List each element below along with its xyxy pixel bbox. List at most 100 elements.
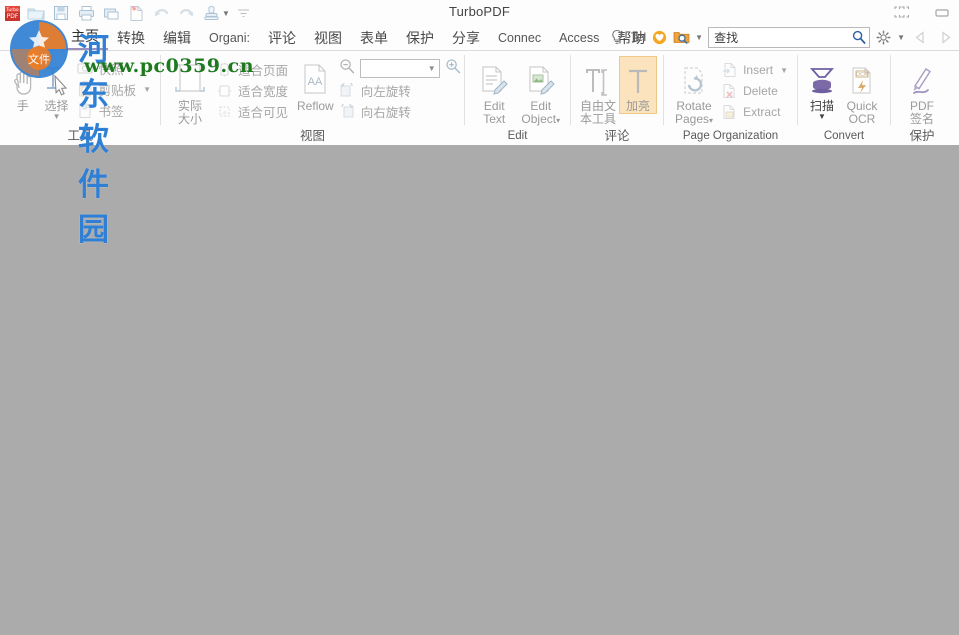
clipboard-caret-icon[interactable]: ▼: [143, 85, 151, 94]
reflow-button[interactable]: AA Reflow: [297, 56, 334, 113]
minimize-icon[interactable]: [929, 2, 955, 24]
new-document-icon[interactable]: [125, 2, 147, 24]
printer-icon[interactable]: [75, 2, 97, 24]
tab-edit[interactable]: 编辑: [154, 27, 200, 50]
tab-comment[interactable]: 评论: [259, 27, 305, 50]
zoom-and-rotate: ▼: [336, 56, 461, 121]
reflow-aa-icon: AA: [299, 58, 331, 98]
rotate-right-button[interactable]: 向右旋转: [336, 101, 461, 121]
previous-icon[interactable]: [910, 27, 930, 47]
search-folder-icon[interactable]: [673, 29, 690, 46]
ribbon: 手 选择 ▼: [0, 51, 959, 146]
fit-visible-button[interactable]: 适合可见: [213, 101, 291, 121]
extract-page-label: Extract: [743, 105, 780, 119]
highlight-button[interactable]: 加亮: [619, 56, 657, 114]
fit-page-button[interactable]: 适合页面: [213, 59, 291, 79]
rotate-pages-caret-icon[interactable]: ▾: [709, 116, 713, 125]
edit-object-icon: [524, 58, 558, 98]
pdf-sign-label: PDF签名: [899, 100, 945, 126]
rotate-pages-icon: [678, 58, 710, 98]
actual-size-button[interactable]: 实际大小: [167, 56, 213, 126]
zoom-level-caret-icon[interactable]: ▼: [428, 64, 436, 73]
edit-text-button[interactable]: EditText: [471, 56, 518, 126]
ribbon-group-protect: PDF签名 保护: [891, 51, 953, 145]
search-placeholder: 查找: [714, 29, 738, 46]
hand-icon: [7, 58, 39, 98]
quick-ocr-button[interactable]: OCR QuickOCR: [840, 56, 884, 126]
lightbulb-icon[interactable]: [609, 29, 626, 46]
fit-width-icon: [216, 82, 233, 99]
gear-icon[interactable]: [875, 29, 892, 46]
snapshot-button[interactable]: 快照: [74, 58, 154, 78]
settings-dropdown-caret-icon[interactable]: ▼: [897, 33, 905, 42]
highlight-icon: [624, 58, 652, 98]
free-text-tool-icon: [583, 58, 613, 98]
fit-width-button[interactable]: 适合宽度: [213, 80, 291, 100]
edit-object-caret-icon[interactable]: ▾: [556, 116, 560, 125]
tab-view[interactable]: 视图: [305, 27, 351, 50]
extract-page-button[interactable]: Extract: [718, 102, 791, 122]
pdf-sign-button[interactable]: PDF签名: [898, 56, 946, 126]
tab-connect[interactable]: Connec: [489, 27, 550, 50]
reflow-label: Reflow: [297, 100, 334, 113]
svg-text:OCR: OCR: [856, 72, 868, 78]
bookmark-label: 书签: [99, 101, 124, 120]
group-label-edit: Edit: [465, 130, 570, 145]
stamp-dropdown-caret-icon[interactable]: ▼: [222, 9, 230, 18]
select-tool-caret-icon[interactable]: ▼: [53, 114, 61, 120]
search-folder-dropdown-caret-icon[interactable]: ▼: [695, 33, 703, 42]
insert-page-button[interactable]: Insert ▼: [718, 60, 791, 80]
zoom-in-icon[interactable]: [445, 58, 461, 79]
scan-caret-icon[interactable]: ▼: [818, 114, 826, 120]
select-tool-button[interactable]: 选择 ▼: [40, 56, 74, 120]
hand-tool-button[interactable]: 手: [6, 56, 40, 113]
edit-object-label: EditObject▾: [518, 100, 564, 126]
group-label-comment: 评论: [571, 130, 663, 145]
tab-protect[interactable]: 保护: [397, 27, 443, 50]
insert-page-icon: [721, 62, 738, 79]
ribbon-group-edit: EditText EditObject▾ Edit: [465, 51, 570, 145]
zoom-out-icon[interactable]: [339, 58, 355, 79]
tab-share[interactable]: 分享: [443, 27, 489, 50]
magnifier-icon: [852, 30, 866, 44]
turbopdf-app-icon[interactable]: Turbo PDF: [2, 2, 22, 24]
tab-access[interactable]: Access: [550, 27, 608, 50]
document-view-area[interactable]: [0, 145, 959, 635]
customize-toolbar-icon[interactable]: [233, 2, 255, 24]
open-folder-icon[interactable]: [25, 2, 47, 24]
svg-text:PDF: PDF: [6, 13, 18, 20]
insert-page-caret-icon[interactable]: ▼: [780, 66, 788, 75]
clipboard-button[interactable]: 剪贴板 ▼: [74, 79, 154, 99]
tab-home[interactable]: 主页: [62, 25, 108, 50]
scan-button[interactable]: 扫描 ▼: [804, 56, 840, 120]
delete-page-button[interactable]: Delete: [718, 81, 791, 101]
group-label-view: 视图: [161, 130, 464, 145]
heart-circle-icon[interactable]: [651, 29, 668, 46]
rotate-left-label: 向左旋转: [361, 81, 411, 100]
print-preview-icon[interactable]: [100, 2, 122, 24]
tab-convert[interactable]: 转换: [108, 27, 154, 50]
bookmark-button[interactable]: 书签: [74, 100, 154, 120]
tab-organize[interactable]: Organi:: [200, 27, 259, 50]
pdf-sign-pen-icon: [906, 58, 938, 98]
tab-form[interactable]: 表单: [351, 27, 397, 50]
tab-bar-right-controls: Tel ▼ 查找: [609, 25, 955, 49]
zoom-level-combobox[interactable]: ▼: [360, 59, 440, 78]
tel-label[interactable]: Tel: [631, 30, 646, 44]
rotate-pages-button[interactable]: RotatePages▾: [670, 56, 718, 126]
actual-size-icon: [173, 58, 207, 98]
rotate-left-button[interactable]: 向左旋转: [336, 80, 461, 100]
ribbon-group-tools: 手 选择 ▼: [0, 51, 160, 145]
scanner-icon: [806, 58, 838, 98]
view-fit-buttons: 适合页面 适合宽度: [213, 56, 291, 121]
next-icon[interactable]: [935, 27, 955, 47]
edit-object-button[interactable]: EditObject▾: [518, 56, 565, 126]
search-input[interactable]: 查找: [708, 27, 870, 48]
free-text-tool-button[interactable]: 自由文本工具: [577, 56, 619, 126]
fullscreen-corners-icon[interactable]: [889, 2, 915, 24]
save-disk-icon[interactable]: [50, 2, 72, 24]
undo-arrow-icon[interactable]: [150, 2, 172, 24]
stamp-icon[interactable]: [200, 2, 222, 24]
ribbon-tab-bar: 主页 转换 编辑 Organi: 评论 视图 表单 保护 分享 Connec A…: [0, 26, 959, 51]
redo-arrow-icon[interactable]: [175, 2, 197, 24]
